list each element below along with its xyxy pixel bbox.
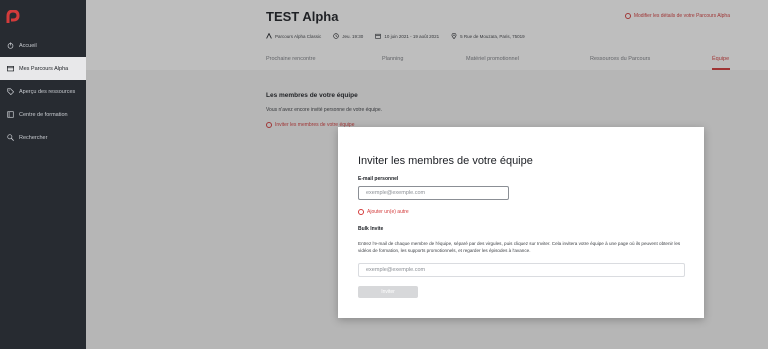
- book-icon: [6, 111, 14, 119]
- add-another-label: Ajouter un(e) autre: [367, 209, 409, 215]
- email-label: E-mail personnel: [358, 176, 399, 182]
- email-field[interactable]: exemple@exemple.com: [358, 186, 509, 200]
- add-another-link[interactable]: Ajouter un(e) autre: [358, 209, 409, 215]
- bulk-invite-label: Bulk Invite: [358, 226, 384, 232]
- sidebar: Accueil Mes Parcours Alpha Aperçu des re…: [0, 0, 86, 349]
- tag-icon: [6, 88, 14, 96]
- invite-modal: Inviter les membres de votre équipe E-ma…: [338, 127, 704, 318]
- sidebar-item-apercu[interactable]: Aperçu des ressources: [0, 80, 86, 103]
- search-icon: [6, 134, 14, 142]
- folder-icon: [6, 65, 14, 73]
- sidebar-item-mes-parcours[interactable]: Mes Parcours Alpha: [0, 57, 86, 80]
- sidebar-item-accueil[interactable]: Accueil: [0, 34, 86, 57]
- alpha-logo-icon[interactable]: [6, 10, 20, 24]
- bulk-invite-desc: Entrez l'e-mail de chaque membre de l'éq…: [358, 241, 681, 253]
- sidebar-item-label: Aperçu des ressources: [19, 88, 76, 95]
- sidebar-item-rechercher[interactable]: Rechercher: [0, 126, 86, 149]
- plus-circle-icon: [358, 209, 364, 215]
- sidebar-item-centre-formation[interactable]: Centre de formation: [0, 103, 86, 126]
- sidebar-item-label: Mes Parcours Alpha: [19, 65, 69, 72]
- bulk-email-field[interactable]: exemple@exemple.com: [358, 263, 685, 277]
- sidebar-item-label: Rechercher: [19, 134, 48, 141]
- invite-button[interactable]: Inviter: [358, 286, 418, 298]
- sidebar-item-label: Centre de formation: [19, 111, 68, 118]
- sidebar-item-label: Accueil: [19, 42, 37, 49]
- modal-title: Inviter les membres de votre équipe: [358, 155, 533, 167]
- power-icon: [6, 42, 14, 50]
- sidebar-nav: Accueil Mes Parcours Alpha Aperçu des re…: [0, 34, 86, 149]
